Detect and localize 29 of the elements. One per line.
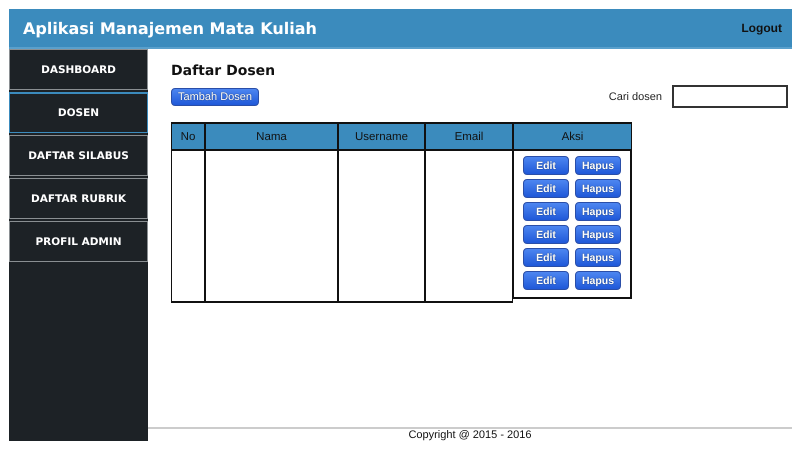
column-header: Email xyxy=(425,122,513,151)
edit-button[interactable]: Edit xyxy=(523,248,569,267)
delete-button[interactable]: Hapus xyxy=(575,156,621,175)
app-title: Aplikasi Manajemen Mata Kuliah xyxy=(23,18,317,38)
sidebar-item[interactable]: DOSEN xyxy=(9,92,148,133)
delete-button[interactable]: Hapus xyxy=(575,271,621,290)
logout-link[interactable]: Logout xyxy=(741,21,782,35)
add-button[interactable]: Tambah Dosen xyxy=(171,88,259,106)
edit-button[interactable]: Edit xyxy=(523,271,569,290)
copyright-text: Copyright @ 2015 - 2016 xyxy=(408,429,532,441)
delete-button[interactable]: Hapus xyxy=(575,225,621,244)
edit-button[interactable]: Edit xyxy=(523,202,569,221)
sidebar-item[interactable]: DASHBOARD xyxy=(9,49,148,90)
column-header: Aksi xyxy=(513,122,632,151)
sidebar-item[interactable]: PROFIL ADMIN xyxy=(9,221,148,262)
column-header: Username xyxy=(338,122,425,151)
search-label: Cari dosen xyxy=(608,90,662,102)
edit-button[interactable]: Edit xyxy=(523,225,569,244)
column-header: No xyxy=(171,122,205,151)
delete-button[interactable]: Hapus xyxy=(575,248,621,267)
sidebar-item[interactable]: DAFTAR SILABUS xyxy=(9,135,148,176)
page-title: Daftar Dosen xyxy=(171,63,276,79)
delete-button[interactable]: Hapus xyxy=(575,202,621,221)
column-header: Nama xyxy=(205,122,338,151)
search-field[interactable] xyxy=(672,85,788,108)
delete-button[interactable]: Hapus xyxy=(575,179,621,198)
edit-button[interactable]: Edit xyxy=(523,179,569,198)
sidebar-item[interactable]: DAFTAR RUBRIK xyxy=(9,178,148,219)
edit-button[interactable]: Edit xyxy=(523,156,569,175)
